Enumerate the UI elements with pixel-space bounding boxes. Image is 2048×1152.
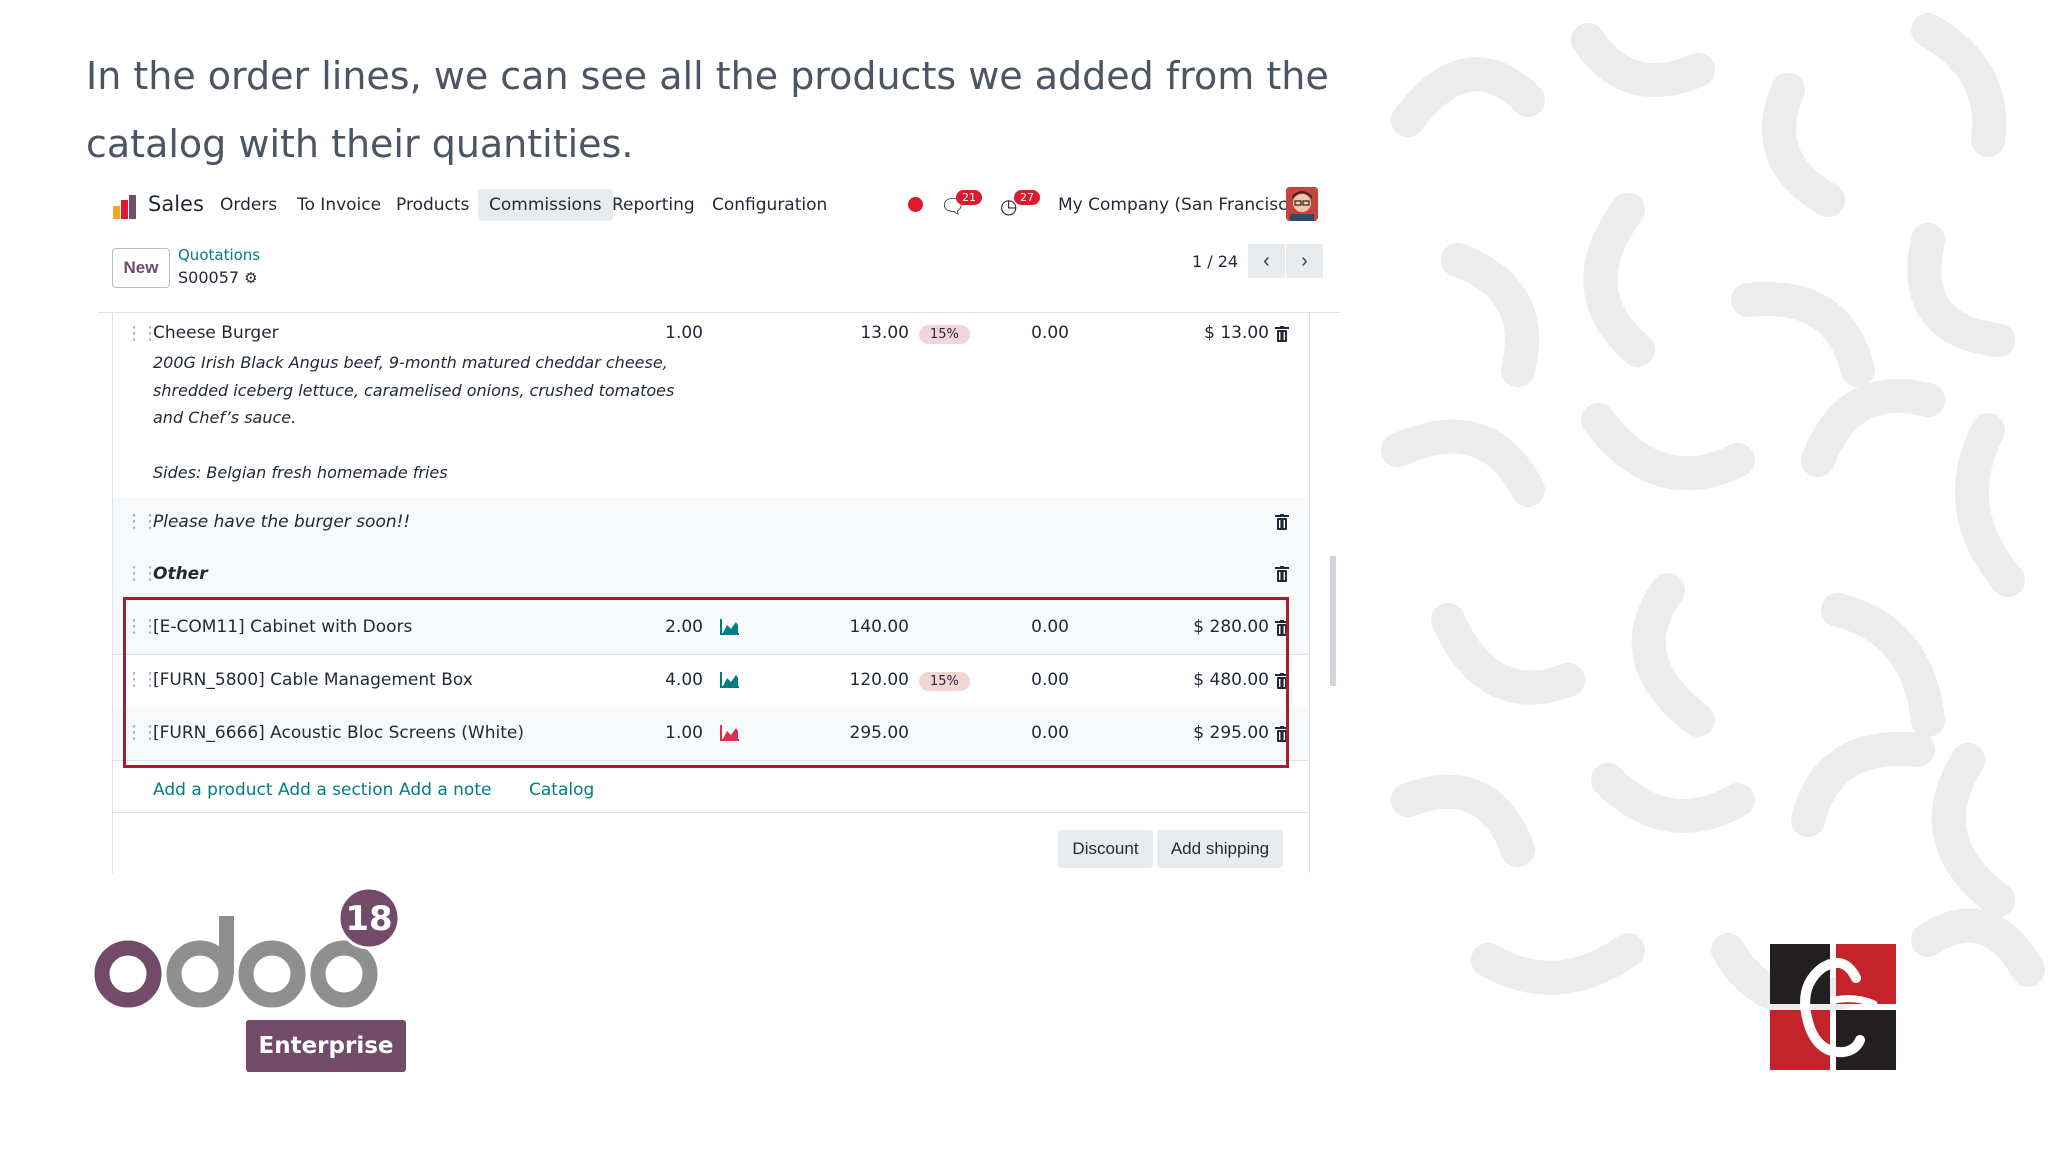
enterprise-badge: Enterprise <box>246 1020 406 1072</box>
table-row[interactable]: ⋮⋮ Cheese Burger 200G Irish Black Angus … <box>113 313 1309 498</box>
company-switcher[interactable]: My Company (San Francisco) <box>1058 195 1304 215</box>
menu-reporting[interactable]: Reporting <box>612 195 695 215</box>
highlight-box <box>123 597 1289 768</box>
messages-badge: 21 <box>956 190 982 205</box>
add-note-link[interactable]: Add a note <box>399 780 491 800</box>
catalog-link[interactable]: Catalog <box>529 780 594 800</box>
quantity: 1.00 <box>665 323 703 343</box>
odoo-wordmark: 18 <box>94 886 401 1008</box>
app-name[interactable]: Sales <box>148 192 204 216</box>
discount: 0.00 <box>1031 323 1069 343</box>
record-name: S00057 <box>178 268 240 287</box>
decorative-pattern <box>1381 13 2045 1016</box>
odoo-logo: 18 Enterprise <box>90 886 420 1076</box>
odoo-version: 18 <box>345 899 392 939</box>
menu-commissions[interactable]: Commissions <box>478 189 613 221</box>
section-row[interactable]: ⋮⋮ Other <box>113 549 1309 602</box>
add-shipping-button[interactable]: Add shipping <box>1157 830 1283 868</box>
menu-orders[interactable]: Orders <box>220 195 277 215</box>
add-product-link[interactable]: Add a product <box>153 780 273 800</box>
unit-price: 13.00 <box>860 323 909 343</box>
trash-icon[interactable] <box>1275 326 1289 342</box>
menu-products[interactable]: Products <box>396 195 469 215</box>
chevron-right-icon[interactable]: › <box>1286 244 1323 278</box>
sales-app-icon[interactable] <box>112 194 138 220</box>
subtotal: $ 13.00 <box>1204 323 1269 343</box>
pager-value[interactable]: 1 / 24 <box>1192 252 1238 271</box>
trash-icon[interactable] <box>1275 514 1289 530</box>
user-avatar[interactable] <box>1286 187 1318 221</box>
slide-caption: In the order lines, we can see all the p… <box>86 54 1329 166</box>
discount-button[interactable]: Discount <box>1058 830 1153 868</box>
product-description: 200G Irish Black Angus beef, 9-month mat… <box>153 353 675 482</box>
breadcrumb-quotations[interactable]: Quotations <box>178 246 260 264</box>
section-name: Other <box>153 564 208 584</box>
brand-logo <box>1770 944 1896 1070</box>
add-section-link[interactable]: Add a section <box>278 780 393 800</box>
note-text: Please have the burger soon!! <box>153 512 411 532</box>
odoo-sales-window: Sales Orders To Invoice Products Commiss… <box>98 178 1340 873</box>
menu-to-invoice[interactable]: To Invoice <box>297 195 381 215</box>
menu-configuration[interactable]: Configuration <box>712 195 827 215</box>
gear-icon[interactable]: ⚙ <box>244 269 257 287</box>
recording-indicator[interactable] <box>908 197 923 212</box>
chevron-left-icon[interactable]: ‹ <box>1248 244 1285 278</box>
product-name: Cheese Burger <box>153 323 279 343</box>
top-navbar: Sales Orders To Invoice Products Commiss… <box>98 178 1340 234</box>
breadcrumb-current: S00057 ⚙ <box>178 268 258 287</box>
new-button[interactable]: New <box>112 248 170 288</box>
scrollbar[interactable] <box>1330 556 1336 686</box>
note-row[interactable]: ⋮⋮ Please have the burger soon!! <box>113 497 1309 550</box>
activities-badge: 27 <box>1014 190 1040 205</box>
trash-icon[interactable] <box>1275 566 1289 582</box>
tax-badge: 15% <box>919 325 970 344</box>
